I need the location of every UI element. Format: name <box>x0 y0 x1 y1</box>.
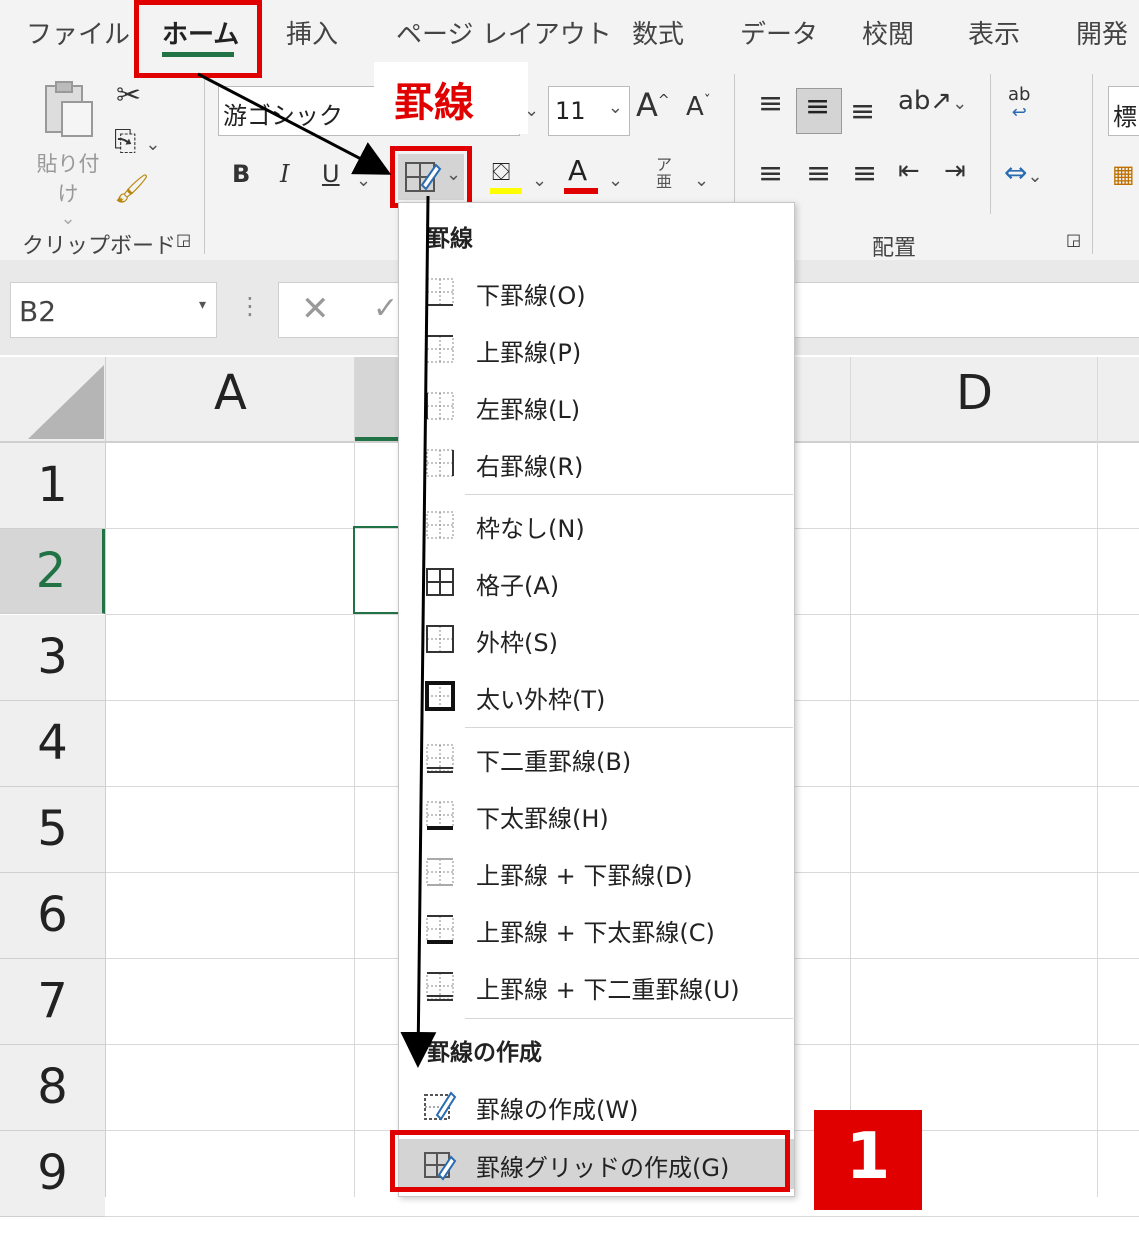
arrow-borders-to-menu <box>400 195 437 1068</box>
arrow-home-to-borders <box>197 72 392 175</box>
annotation-arrows <box>197 72 437 1068</box>
